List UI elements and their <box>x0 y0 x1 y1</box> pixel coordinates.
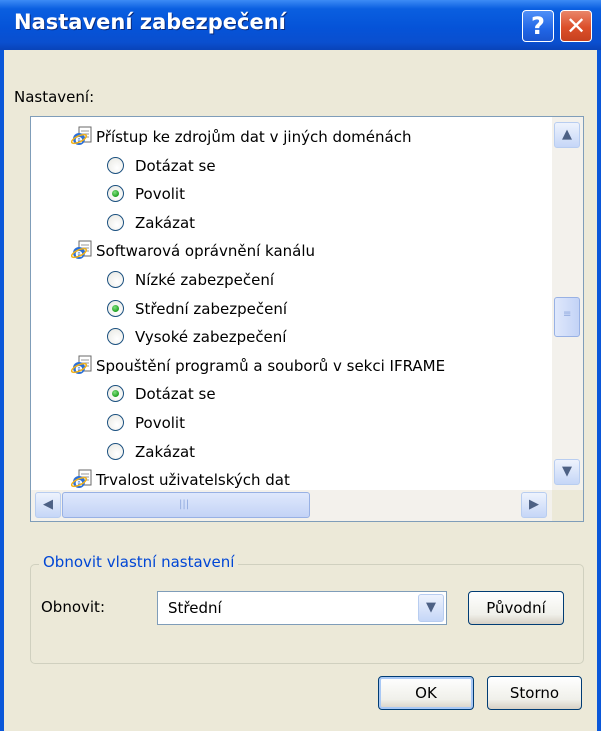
radio-button[interactable] <box>107 414 124 431</box>
close-button[interactable]: ✕ <box>560 10 592 42</box>
radio-button[interactable] <box>107 271 124 288</box>
radio-button[interactable] <box>107 385 124 403</box>
title-bar[interactable]: Nastavení zabezpečení ? ✕ <box>0 0 601 50</box>
tree-option-label: Vysoké zabezpečení <box>135 328 287 347</box>
reset-level-select[interactable]: Střední ▼ <box>157 591 447 625</box>
scroll-right-button[interactable]: ▶ <box>521 492 547 518</box>
vertical-scroll-thumb[interactable]: ≡ <box>554 296 580 337</box>
radio-button[interactable] <box>107 156 124 174</box>
security-settings-dialog: Nastavení zabezpečení ? ✕ Nastavení: e Př… <box>0 0 601 731</box>
scroll-grip-icon: ≡ <box>563 308 572 320</box>
scroll-grip-icon: ||| <box>179 499 190 510</box>
scroll-up-button[interactable]: ▲ <box>554 122 580 148</box>
vertical-scrollbar[interactable]: ▲ ≡ ▼ <box>552 117 583 490</box>
tree-option-label: Povolit <box>135 185 185 204</box>
tree-category-label: Spouštění programů a souborů v sekci IFR… <box>96 356 446 375</box>
radio-button[interactable] <box>107 185 124 203</box>
tree-option-label: Střední zabezpečení <box>135 299 288 318</box>
internet-explorer-icon: e <box>70 126 93 148</box>
cancel-button[interactable]: Storno <box>487 676 582 710</box>
internet-explorer-icon: e <box>70 240 93 262</box>
tree-option-label: Zakázat <box>135 213 196 232</box>
ok-button[interactable]: OK <box>378 676 474 710</box>
radio-button[interactable] <box>107 213 124 231</box>
horizontal-scrollbar[interactable]: ◀ ||| ▶ <box>31 490 552 521</box>
settings-label: Nastavení: <box>14 88 95 106</box>
reset-group-legend: Obnovit vlastní nastavení <box>39 553 239 571</box>
tree-option-label: Dotázat se <box>135 156 216 175</box>
tree-category-label: Přístup ke zdrojům dat v jiných doménách <box>96 128 412 146</box>
tree-option-label: Nízké zabezpečení <box>135 271 274 289</box>
chevron-down-icon[interactable]: ▼ <box>418 594 444 622</box>
settings-tree-list: e Přístup ke zdrojům dat v jiných doménác… <box>31 117 552 490</box>
tree-option-label: Zakázat <box>135 442 196 461</box>
tree-option-label: Povolit <box>135 414 185 432</box>
internet-explorer-icon: e <box>70 355 93 377</box>
reset-level-value: Střední <box>168 599 222 617</box>
tree-category-label: Trvalost uživatelských dat <box>96 471 290 490</box>
radio-button[interactable] <box>107 442 124 460</box>
scroll-down-button[interactable]: ▼ <box>554 459 580 485</box>
radio-button[interactable] <box>107 328 124 346</box>
reset-button[interactable]: Původní <box>468 591 564 625</box>
reset-label: Obnovit: <box>41 598 105 616</box>
radio-button[interactable] <box>107 299 124 317</box>
help-button[interactable]: ? <box>522 10 554 42</box>
window-title: Nastavení zabezpečení <box>14 10 286 34</box>
dialog-client-area: Nastavení: e Přístup ke zdrojům dat v jin… <box>4 50 597 731</box>
internet-explorer-icon: e <box>70 469 93 490</box>
horizontal-scroll-thumb[interactable]: ||| <box>62 492 310 518</box>
tree-category-label: Softwarová oprávnění kanálu <box>96 242 316 261</box>
scroll-left-button[interactable]: ◀ <box>35 492 61 518</box>
settings-tree[interactable]: e Přístup ke zdrojům dat v jiných doménác… <box>30 116 584 522</box>
tree-option-label: Dotázat se <box>135 385 216 404</box>
scrollbar-corner <box>552 490 583 521</box>
